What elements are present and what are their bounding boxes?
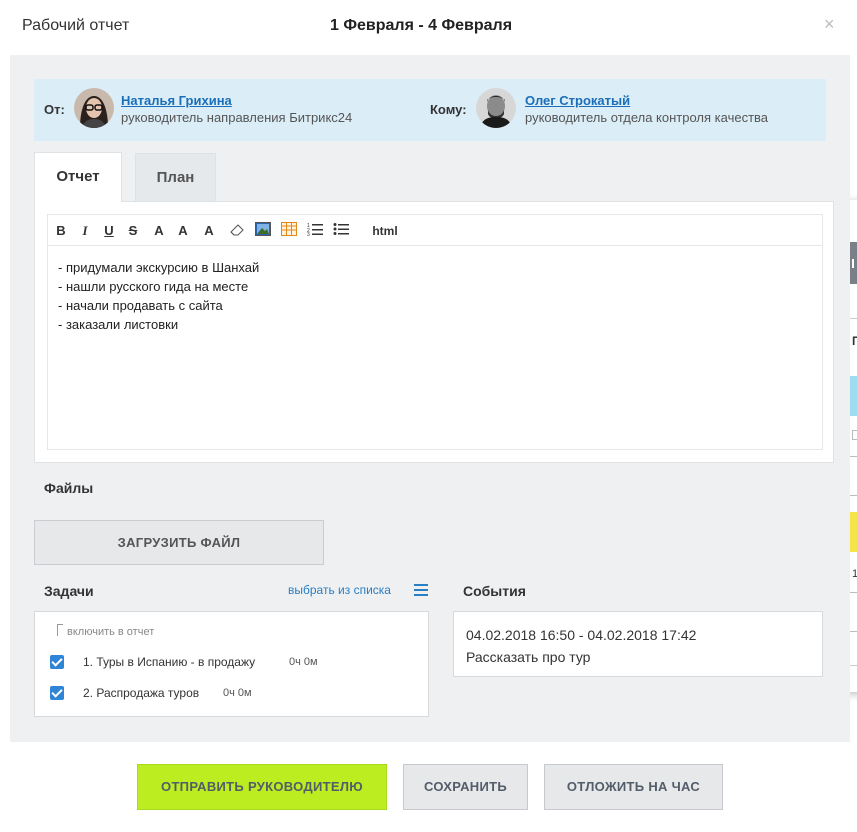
report-line: - придумали экскурсию в Шанхай: [58, 260, 260, 275]
task-link[interactable]: 1. Туры в Испанию - в продажу: [83, 655, 255, 669]
events-title: События: [463, 583, 526, 599]
tab-plan[interactable]: План: [135, 153, 216, 201]
report-content: От: Наталья Грихина руководитель направл…: [10, 55, 850, 742]
html-mode-button[interactable]: html: [368, 222, 402, 240]
numbered-list-icon[interactable]: 123: [306, 222, 324, 240]
report-line: - заказали листовки: [58, 317, 179, 332]
send-to-manager-button[interactable]: ОТПРАВИТЬ РУКОВОДИТЕЛЮ: [137, 764, 387, 810]
bold-button[interactable]: B: [54, 222, 68, 240]
close-icon[interactable]: ×: [824, 14, 835, 34]
task-checkbox[interactable]: [50, 655, 64, 669]
report-period: 1 Февраля - 4 Февраля: [330, 17, 513, 34]
to-user-role: руководитель отдела контроля качества: [525, 110, 769, 125]
files-title: Файлы: [44, 480, 94, 496]
bulleted-list-icon[interactable]: [332, 222, 350, 240]
strikethrough-button[interactable]: S: [126, 222, 140, 240]
dialog-title: Рабочий отчет: [22, 17, 130, 34]
task-time: 0ч 0м: [289, 656, 318, 668]
eraser-icon[interactable]: [228, 222, 246, 240]
underline-button[interactable]: U: [102, 222, 116, 240]
task-checkbox[interactable]: [50, 686, 64, 700]
font-color-button[interactable]: A: [200, 222, 218, 240]
from-user-role: руководитель направления Битрикс24: [121, 110, 353, 125]
postpone-hour-button[interactable]: ОТЛОЖИТЬ НА ЧАС: [544, 764, 723, 810]
task-link[interactable]: 2. Распродажа туров: [83, 686, 199, 700]
background-panel-number: 1: [852, 568, 857, 580]
tasks-box: включить в отчет 1. Туры в Испанию - в п…: [34, 611, 429, 717]
tasks-title: Задачи: [44, 583, 94, 599]
to-label: Кому:: [430, 102, 467, 117]
event-time: 04.02.2018 16:50 - 04.02.2018 17:42: [466, 627, 697, 643]
italic-button[interactable]: I: [78, 222, 92, 240]
background-panel-checkbox[interactable]: [852, 430, 857, 440]
report-text-area[interactable]: - придумали экскурсию в Шанхай - нашли р…: [47, 246, 823, 450]
report-line: - начали продавать с сайта: [58, 298, 223, 313]
from-label: От:: [44, 102, 65, 117]
font-size-button[interactable]: A: [174, 222, 192, 240]
tab-report[interactable]: Отчет: [34, 152, 122, 202]
upload-file-button[interactable]: ЗАГРУЗИТЬ ФАЙЛ: [34, 520, 324, 565]
editor-toolbar: B I U S A A A 123 html: [47, 214, 823, 246]
to-user-link[interactable]: Олег Строкатый: [525, 93, 630, 108]
task-time: 0ч 0м: [223, 687, 252, 699]
list-icon[interactable]: [414, 584, 428, 596]
font-family-button[interactable]: A: [150, 222, 168, 240]
choose-from-list-link[interactable]: выбрать из списка: [288, 583, 391, 597]
report-line: - нашли русского гида на месте: [58, 279, 249, 294]
include-in-report-label: включить в отчет: [67, 626, 155, 638]
include-arrow-icon: [57, 624, 63, 636]
background-panel-heading: П: [852, 334, 857, 348]
event-title[interactable]: Рассказать про тур: [466, 646, 810, 668]
save-button[interactable]: СОХРАНИТЬ: [403, 764, 528, 810]
avatar[interactable]: [476, 88, 516, 128]
people-bar: От: Наталья Грихина руководитель направл…: [34, 79, 826, 141]
table-icon[interactable]: [280, 222, 298, 240]
image-icon[interactable]: [254, 222, 272, 240]
avatar[interactable]: [74, 88, 114, 128]
events-box: 04.02.2018 16:50 - 04.02.2018 17:42 Расс…: [453, 611, 823, 677]
from-user-link[interactable]: Наталья Грихина: [121, 93, 232, 108]
svg-text:3: 3: [307, 232, 310, 236]
report-editor: B I U S A A A 123 html - придумали экску…: [34, 201, 834, 463]
